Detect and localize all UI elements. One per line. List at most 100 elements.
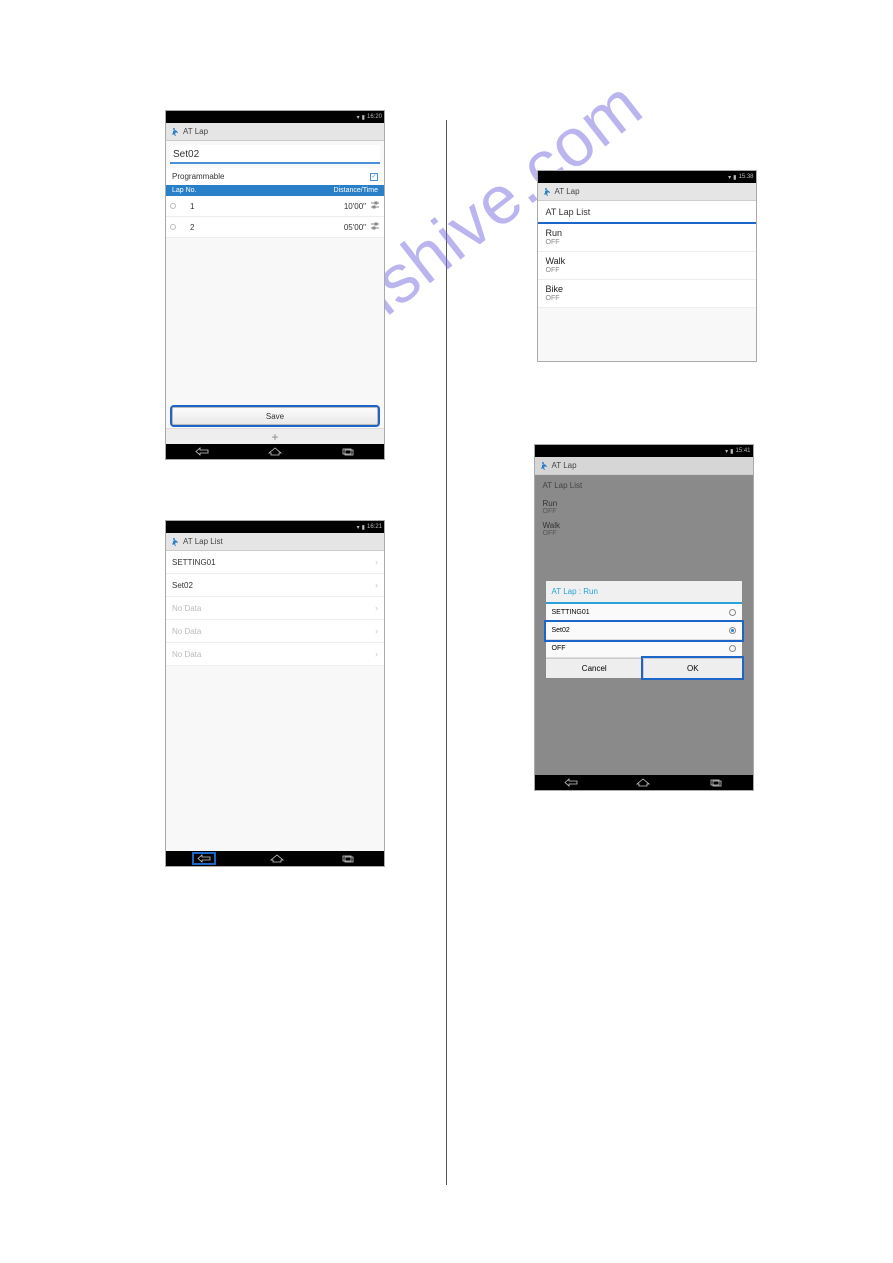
- runner-icon: [170, 127, 180, 137]
- list-item-label: No Data: [172, 650, 201, 659]
- phone-screenshot-3: ▾ ▮ 15:38 AT Lap AT Lap List Run OFF Wal…: [537, 170, 757, 362]
- android-navbar: [166, 444, 384, 459]
- add-lap-button[interactable]: +: [166, 428, 384, 444]
- wifi-icon: ▾: [725, 448, 728, 455]
- section-title: AT Lap List: [535, 475, 753, 496]
- activity-label: Bike: [546, 284, 748, 294]
- home-icon[interactable]: [267, 447, 283, 456]
- activity-item-walk[interactable]: Walk OFF: [538, 252, 756, 280]
- wifi-icon: ▾: [728, 174, 731, 181]
- lap-row[interactable]: 2 05'00": [166, 217, 384, 238]
- battery-icon: ▮: [733, 174, 736, 181]
- clock-text: 15:41: [735, 448, 750, 454]
- list-item-label: Set02: [172, 581, 193, 590]
- option-label: Set02: [552, 627, 570, 634]
- app-title: AT Lap List: [183, 537, 223, 546]
- app-title: AT Lap: [183, 127, 208, 136]
- back-icon[interactable]: [194, 854, 214, 863]
- right-column: ▾ ▮ 15:38 AT Lap AT Lap List Run OFF Wal…: [447, 110, 824, 867]
- list-item-label: No Data: [172, 627, 201, 636]
- clock-text: 16:21: [367, 524, 382, 530]
- list-item-empty: No Data ›: [166, 620, 384, 643]
- app-header: AT Lap: [538, 183, 756, 201]
- clock-text: 15:38: [738, 174, 753, 180]
- sliders-icon[interactable]: [370, 200, 380, 212]
- activity-status: OFF: [546, 267, 748, 274]
- activity-status: OFF: [543, 508, 745, 515]
- radio-icon[interactable]: [729, 645, 736, 652]
- dialog-option-selected[interactable]: Set02: [546, 622, 742, 640]
- android-navbar: [535, 775, 753, 790]
- lap-table-header: Lap No. Distance/Time: [166, 185, 384, 196]
- status-bar: ▾ ▮ 16:21: [166, 521, 384, 533]
- set-name-input[interactable]: Set02: [170, 145, 380, 164]
- recent-icon[interactable]: [340, 854, 356, 863]
- radio-icon-selected[interactable]: [729, 627, 736, 634]
- selection-dialog: AT Lap : Run SETTING01 Set02 OFF Can: [545, 580, 743, 679]
- screen-content: AT Lap List Run OFF Walk OFF Bike OFF: [538, 201, 756, 361]
- lap-dt-cell: 10'00": [344, 202, 366, 211]
- activity-status: OFF: [546, 239, 748, 246]
- activity-label: Walk: [546, 256, 748, 266]
- status-bar: ▾ ▮ 16:20: [166, 111, 384, 123]
- home-icon[interactable]: [635, 778, 651, 787]
- runner-icon: [170, 537, 180, 547]
- runner-icon: [539, 461, 549, 471]
- battery-icon: ▮: [730, 448, 733, 455]
- status-bar: ▾ ▮ 15:41: [535, 445, 753, 457]
- battery-icon: ▮: [362, 524, 365, 531]
- home-icon[interactable]: [269, 854, 285, 863]
- chevron-right-icon: ›: [375, 626, 378, 636]
- chevron-right-icon: ›: [375, 557, 378, 567]
- lap-row[interactable]: 1 10'00": [166, 196, 384, 217]
- lap-radio[interactable]: [170, 203, 176, 209]
- ok-button[interactable]: OK: [643, 658, 742, 678]
- list-item-label: No Data: [172, 604, 201, 613]
- dialog-option[interactable]: OFF: [546, 640, 742, 658]
- programmable-row[interactable]: Programmable ✓: [166, 168, 384, 185]
- left-column: ▾ ▮ 16:20 AT Lap Set02 Programmable ✓ La…: [70, 110, 447, 867]
- phone-screenshot-4: ▾ ▮ 15:41 AT Lap AT Lap List Run OFF: [534, 444, 754, 791]
- app-title: AT Lap: [552, 461, 577, 470]
- save-button[interactable]: Save: [172, 407, 378, 425]
- dialog-option[interactable]: SETTING01: [546, 604, 742, 622]
- lap-radio[interactable]: [170, 224, 176, 230]
- lap-dt-header: Distance/Time: [334, 187, 378, 194]
- back-icon[interactable]: [563, 778, 579, 787]
- activity-status: OFF: [546, 295, 748, 302]
- activity-item-run[interactable]: Run OFF: [538, 224, 756, 252]
- lap-no-cell: 2: [190, 223, 194, 232]
- document-page: manualshive.com ▾ ▮ 16:20 AT Lap Set02 P…: [0, 0, 893, 867]
- activity-label: Run: [543, 499, 745, 508]
- lap-no-header: Lap No.: [172, 187, 197, 194]
- screen-content: SETTING01 › Set02 › No Data › No Data › …: [166, 551, 384, 851]
- programmable-checkbox[interactable]: ✓: [370, 173, 378, 181]
- section-title: AT Lap List: [538, 201, 756, 224]
- lap-dt-cell: 05'00": [344, 223, 366, 232]
- dialog-buttons: Cancel OK: [546, 658, 742, 678]
- app-header: AT Lap: [535, 457, 753, 475]
- back-icon[interactable]: [194, 447, 210, 456]
- recent-icon[interactable]: [340, 447, 356, 456]
- option-label: SETTING01: [552, 609, 590, 616]
- android-navbar: [166, 851, 384, 866]
- chevron-right-icon: ›: [375, 603, 378, 613]
- activity-item-bike[interactable]: Bike OFF: [538, 280, 756, 308]
- runner-icon: [542, 187, 552, 197]
- radio-icon[interactable]: [729, 609, 736, 616]
- activity-item-run: Run OFF: [535, 496, 753, 518]
- option-label: OFF: [552, 645, 566, 652]
- background-list: AT Lap List Run OFF Walk OFF: [535, 475, 753, 540]
- list-item[interactable]: SETTING01 ›: [166, 551, 384, 574]
- activity-status: OFF: [543, 530, 745, 537]
- dialog-title: AT Lap : Run: [546, 581, 742, 604]
- phone-screenshot-1: ▾ ▮ 16:20 AT Lap Set02 Programmable ✓ La…: [165, 110, 385, 460]
- sliders-icon[interactable]: [370, 221, 380, 233]
- app-title: AT Lap: [555, 187, 580, 196]
- cancel-button[interactable]: Cancel: [546, 658, 644, 678]
- list-item-empty: No Data ›: [166, 597, 384, 620]
- recent-icon[interactable]: [708, 778, 724, 787]
- status-bar: ▾ ▮ 15:38: [538, 171, 756, 183]
- list-item[interactable]: Set02 ›: [166, 574, 384, 597]
- screen-content: Set02 Programmable ✓ Lap No. Distance/Ti…: [166, 141, 384, 444]
